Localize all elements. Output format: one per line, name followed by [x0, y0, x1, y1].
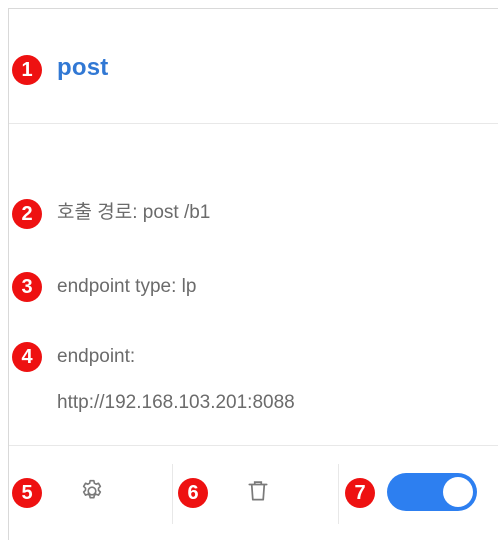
trash-icon[interactable] [245, 478, 271, 504]
footer-divider [338, 464, 339, 524]
toggle-knob [443, 477, 473, 507]
annotation-badge: 1 [12, 55, 42, 85]
card-footer [9, 445, 498, 542]
annotation-badge: 6 [178, 478, 208, 508]
annotation-badge: 3 [12, 272, 42, 302]
endpoint-label: endpoint: [57, 346, 136, 367]
annotation-badge: 4 [12, 342, 42, 372]
endpoint-url: http://192.168.103.201:8088 [57, 392, 295, 413]
gear-icon[interactable] [79, 478, 105, 504]
annotation-badge: 5 [12, 478, 42, 508]
annotation-badge: 2 [12, 199, 42, 229]
endpoint-card: post 호출 경로: post /b1 endpoint type: lp e… [8, 8, 498, 540]
card-header: post [9, 9, 498, 124]
endpoint-type-text: endpoint type: lp [57, 276, 197, 297]
annotation-badge: 7 [345, 478, 375, 508]
card-title[interactable]: post [57, 54, 108, 82]
call-path-text: 호출 경로: post /b1 [57, 202, 211, 223]
footer-divider [172, 464, 173, 524]
enable-toggle[interactable] [387, 473, 477, 511]
